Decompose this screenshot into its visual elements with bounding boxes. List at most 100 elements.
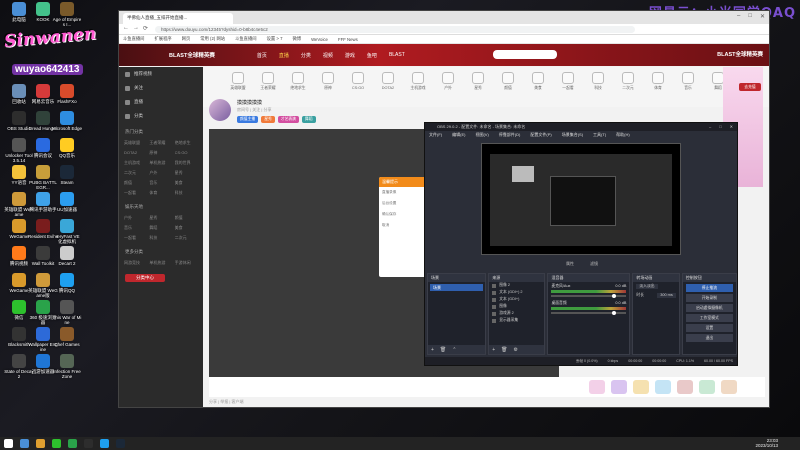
maximize-icon[interactable]: □ [719, 123, 721, 131]
obs-preview[interactable] [481, 143, 681, 255]
close-icon[interactable]: ✕ [730, 123, 733, 131]
sidebar-category-link[interactable]: 星秀 [149, 215, 172, 221]
gift-icon[interactable] [611, 380, 627, 394]
site-nav-item[interactable]: 直播 [279, 52, 289, 59]
transition-type[interactable]: 淡入淡出 [633, 282, 678, 291]
sidebar-category-link[interactable]: 绝地求生 [175, 140, 198, 146]
category-item[interactable]: 原神 [317, 72, 339, 91]
sidebar-category-link[interactable]: 单机热游 [149, 260, 172, 266]
room-tag[interactable]: 星秀 [261, 116, 275, 123]
taskbar-app-icon[interactable] [36, 439, 45, 448]
dialog-row[interactable]: 直播录像 [379, 187, 427, 198]
control-button[interactable]: 退出 [685, 334, 733, 342]
taskbar-app-icon[interactable] [4, 439, 13, 448]
source-tab[interactable]: 滤镜 [590, 261, 598, 267]
category-item[interactable]: 科技 [587, 72, 609, 91]
source-tab[interactable]: 属性 [566, 261, 574, 267]
sidebar-item[interactable]: 关注 [119, 81, 203, 95]
bookmark-item[interactable]: 设置 > 7 [267, 36, 283, 42]
category-item[interactable]: 户外 [437, 72, 459, 91]
desktop-shortcut[interactable]: This War of Mine [52, 300, 82, 325]
sidebar-category-link[interactable]: 音乐 [124, 225, 147, 231]
category-item[interactable]: 音乐 [677, 72, 699, 91]
blast-event-link-right[interactable]: BLAST全球精英赛 [717, 50, 763, 58]
taskbar-app-icon[interactable] [68, 439, 77, 448]
sidebar-category-link[interactable]: 手游休闲 [175, 260, 198, 266]
obs-menu-item[interactable]: 停靠部件(D) [499, 131, 521, 138]
category-item[interactable]: CS:GO [347, 72, 369, 90]
category-item[interactable]: 美食 [527, 72, 549, 91]
control-button[interactable]: 启动虚拟摄像机 [685, 304, 733, 312]
bookmark-item[interactable]: 常用 (2) 网站 [200, 36, 225, 42]
sidebar-category-link[interactable]: 户外 [149, 170, 172, 176]
obs-menu-item[interactable]: 场景集合(S) [562, 131, 583, 138]
taskbar-app-icon[interactable] [20, 439, 29, 448]
sidebar-category-link[interactable]: 体育 [149, 190, 172, 196]
site-nav-item[interactable]: 游戏 [345, 52, 355, 59]
sidebar-category-link[interactable]: 原神 [149, 150, 172, 156]
bookmark-item[interactable]: WeVoice [311, 37, 328, 42]
avatar[interactable] [209, 99, 231, 121]
bookmark-item[interactable]: 微博 [292, 36, 301, 42]
gift-icon[interactable] [699, 380, 715, 394]
maximize-icon[interactable]: □ [748, 13, 752, 20]
category-item[interactable]: 颜值 [497, 72, 519, 91]
control-button[interactable]: 设置 [685, 324, 733, 332]
gift-icon[interactable] [633, 380, 649, 394]
category-center-button[interactable]: 分类中心 [125, 274, 165, 282]
sidebar-category-link[interactable]: 颜值 [175, 215, 198, 221]
volume-slider[interactable] [551, 294, 627, 298]
sidebar-item[interactable]: 直播 [119, 95, 203, 109]
share-links[interactable]: 分享 | 举报 | 客户端 [209, 399, 244, 405]
volume-slider-handle[interactable] [612, 294, 617, 298]
minimize-icon[interactable]: – [709, 123, 711, 131]
category-item[interactable]: 体育 [647, 72, 669, 91]
transition-select[interactable]: 淡入淡出 [636, 284, 658, 289]
site-nav-item[interactable]: 视频 [323, 52, 333, 59]
obs-menu-item[interactable]: 视图(V) [475, 131, 488, 138]
sidebar-category-link[interactable]: 舞蹈 [149, 225, 172, 231]
gift-icon[interactable] [677, 380, 693, 394]
scene-item[interactable]: 场景 [430, 284, 484, 291]
sidebar-category-link[interactable]: 颜值 [124, 180, 147, 186]
sidebar-item[interactable]: 分类 [119, 109, 203, 123]
back-icon[interactable]: ← [123, 25, 129, 32]
site-nav-item[interactable]: 鱼吧 [367, 52, 377, 59]
category-item[interactable]: 二次元 [617, 72, 639, 91]
volume-slider[interactable] [551, 311, 627, 315]
bookmark-item[interactable]: 扩展程序 [154, 36, 171, 42]
add-icon[interactable]: + [492, 347, 495, 353]
dialog-row[interactable]: 确认保存 [379, 209, 427, 220]
forward-icon[interactable]: → [133, 25, 139, 32]
obs-menu-item[interactable]: 配置文件(P) [530, 131, 551, 138]
taskbar-clock[interactable]: 23:03 2023/10/13 [755, 438, 778, 448]
desktop-shortcut[interactable]: QQ音乐 [52, 138, 82, 158]
category-item[interactable]: 英雄联盟 [227, 72, 249, 91]
sidebar-category-link[interactable]: 单机热游 [149, 160, 172, 166]
source-item[interactable]: 游戏源 2 [489, 310, 544, 317]
obs-menu-item[interactable]: 帮助(H) [616, 131, 630, 138]
sidebar-category-link[interactable]: 二次元 [124, 170, 147, 176]
sidebar-category-link[interactable]: 主机游戏 [124, 160, 147, 166]
taskbar-app-icon[interactable] [100, 439, 109, 448]
desktop-shortcut[interactable]: Chef Games [52, 327, 82, 347]
taskbar-app-icon[interactable] [84, 439, 93, 448]
sidebar-category-link[interactable]: 科技 [175, 190, 198, 196]
desktop-shortcut[interactable]: Age of Empires I... [52, 2, 82, 27]
refresh-icon[interactable]: ⟳ [143, 25, 148, 32]
source-item[interactable]: 图像 [489, 303, 544, 310]
obs-menu-item[interactable]: 工具(T) [593, 131, 606, 138]
sidebar-category-link[interactable]: 科技 [149, 235, 172, 241]
control-button[interactable]: 停止推流 [685, 284, 733, 292]
taskbar-app-icon[interactable] [116, 439, 125, 448]
bookmark-item[interactable]: 网页 [182, 36, 191, 42]
dialog-row[interactable]: 取消 [379, 220, 427, 231]
remove-icon[interactable]: 🗑 [440, 347, 446, 353]
room-tag[interactable]: 颜值主播 [237, 116, 259, 123]
source-item[interactable]: 图像 2 [489, 282, 544, 289]
gift-icon[interactable] [655, 380, 671, 394]
sidebar-category-link[interactable]: 户外 [124, 215, 147, 221]
sidebar-category-link[interactable]: 星秀 [175, 170, 198, 176]
category-item[interactable]: 主机游戏 [407, 72, 429, 91]
bookmark-item[interactable]: 斗鱼直播间 [235, 36, 256, 42]
